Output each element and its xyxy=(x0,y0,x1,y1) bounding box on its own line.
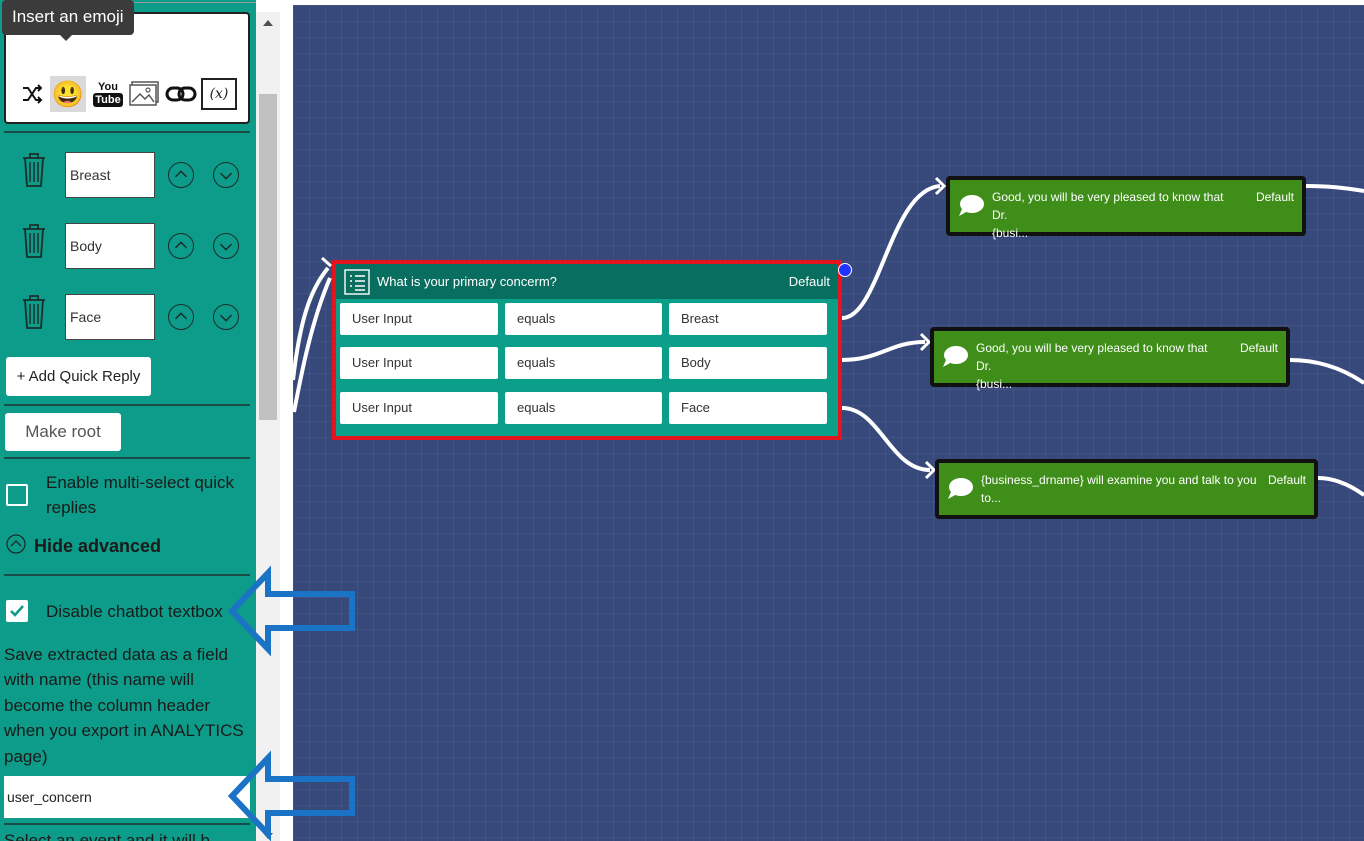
message-line: Good, you will be very pleased to know t… xyxy=(992,190,1224,222)
chat-bubble-icon xyxy=(948,478,973,499)
condition-value[interactable]: Body xyxy=(669,347,827,379)
message-line: {busi... xyxy=(992,226,1029,240)
default-label: Default xyxy=(1255,190,1294,204)
default-label: Default xyxy=(788,274,830,289)
message-preview: Good, you will be very pleased to know t… xyxy=(992,188,1240,242)
condition-operator[interactable]: equals xyxy=(505,347,662,379)
chat-bubble-icon xyxy=(959,195,984,216)
message-node[interactable]: Good, you will be very pleased to know t… xyxy=(930,327,1290,391)
message-line: Good, you will be very pleased to know t… xyxy=(976,341,1208,373)
message-line: to... xyxy=(981,491,1002,505)
output-connector[interactable] xyxy=(838,263,852,277)
message-node[interactable]: Good, you will be very pleased to know t… xyxy=(946,176,1306,240)
node-title: What is your primary concerm? xyxy=(377,274,557,289)
condition-value[interactable]: Face xyxy=(669,392,827,424)
chat-bubble-icon xyxy=(943,346,968,367)
condition-field[interactable]: User Input xyxy=(340,392,498,424)
list-icon xyxy=(344,269,370,295)
message-line: {busi... xyxy=(976,377,1013,391)
question-node[interactable]: What is your primary concerm? Default Us… xyxy=(332,260,842,440)
condition-value[interactable]: Breast xyxy=(669,303,827,335)
condition-field[interactable]: User Input xyxy=(340,303,498,335)
default-label: Default xyxy=(1239,341,1278,355)
condition-field[interactable]: User Input xyxy=(340,347,498,379)
message-line: {business_drname} will examine you and t… xyxy=(981,473,1257,487)
condition-operator[interactable]: equals xyxy=(505,392,662,424)
condition-operator[interactable]: equals xyxy=(505,303,662,335)
default-label: Default xyxy=(1267,473,1306,487)
node-header: What is your primary concerm? Default xyxy=(336,264,838,299)
message-preview: {business_drname} will examine you and t… xyxy=(981,471,1261,507)
message-preview: Good, you will be very pleased to know t… xyxy=(976,339,1224,393)
message-node[interactable]: {business_drname} will examine you and t… xyxy=(935,459,1318,519)
